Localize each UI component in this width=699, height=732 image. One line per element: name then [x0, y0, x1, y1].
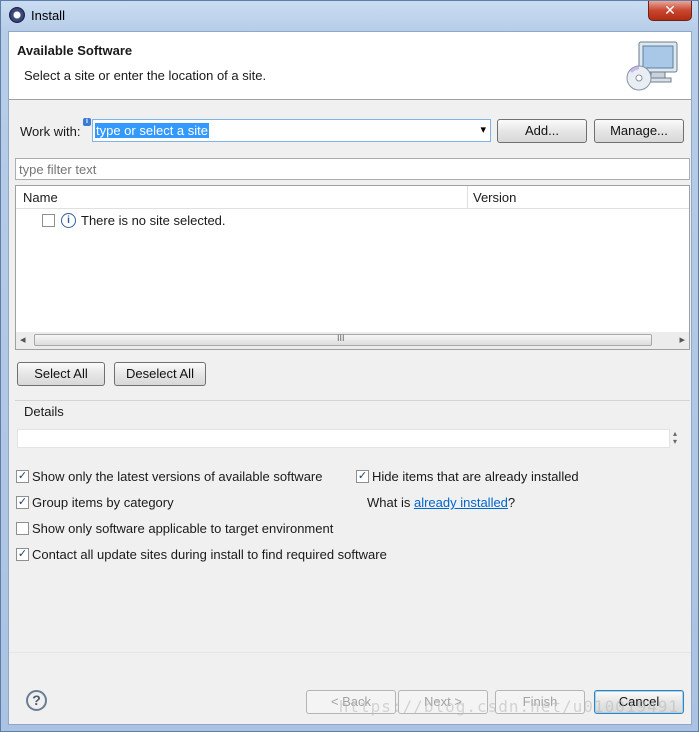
- table-row[interactable]: i There is no site selected.: [16, 210, 689, 232]
- help-icon[interactable]: ?: [26, 690, 47, 711]
- title-bar[interactable]: Install ✕: [1, 1, 698, 31]
- row-checkbox[interactable]: [42, 214, 55, 227]
- column-header-name[interactable]: Name: [23, 190, 58, 205]
- deselect-all-button[interactable]: Deselect All: [114, 362, 206, 386]
- filter-input[interactable]: [15, 158, 690, 180]
- group-by-category-label[interactable]: Group items by category: [32, 495, 174, 510]
- scroll-grip-icon: III: [337, 333, 345, 343]
- install-window: Install ✕ Available Software Select a si…: [0, 0, 699, 732]
- info-icon: i: [61, 213, 76, 228]
- hide-installed-checkbox[interactable]: ✓: [356, 470, 369, 483]
- what-is-suffix: ?: [507, 495, 516, 510]
- details-group: Details ▴ ▾: [15, 400, 690, 464]
- close-icon: ✕: [664, 2, 676, 18]
- target-env-label[interactable]: Show only software applicable to target …: [32, 521, 333, 536]
- cd-monitor-icon: [626, 41, 678, 91]
- latest-versions-label[interactable]: Show only the latest versions of availab…: [32, 469, 323, 484]
- software-table: Name Version i There is no site selected…: [15, 185, 690, 350]
- column-divider[interactable]: [467, 186, 468, 209]
- contact-sites-checkbox[interactable]: ✓: [16, 548, 29, 561]
- latest-versions-checkbox[interactable]: ✓: [16, 470, 29, 483]
- footer-divider: [9, 652, 691, 653]
- already-installed-link[interactable]: already installed: [414, 495, 508, 510]
- table-header: Name Version: [16, 186, 689, 209]
- select-all-button[interactable]: Select All: [17, 362, 105, 386]
- window-title: Install: [31, 8, 65, 23]
- eclipse-app-icon: [9, 7, 25, 23]
- work-with-value[interactable]: type or select a site: [95, 123, 209, 138]
- target-env-checkbox[interactable]: [16, 522, 29, 535]
- contact-sites-label[interactable]: Contact all update sites during install …: [32, 547, 387, 562]
- add-site-button[interactable]: Add...: [497, 119, 587, 143]
- watermark-text: https://blog.csdn.net/u010019491: [338, 697, 679, 716]
- dialog-client-area: Available Software Select a site or ente…: [8, 31, 692, 725]
- page-description: Select a site or enter the location of a…: [24, 68, 267, 83]
- details-label: Details: [24, 404, 64, 419]
- info-decoration-icon: i: [83, 118, 91, 126]
- scroll-left-icon[interactable]: ◂: [20, 333, 26, 346]
- column-header-version[interactable]: Version: [473, 190, 516, 205]
- what-is-prefix: What is: [367, 495, 414, 510]
- scroll-right-icon[interactable]: ▸: [679, 333, 685, 346]
- scroll-thumb[interactable]: III: [34, 333, 652, 346]
- manage-sites-button[interactable]: Manage...: [594, 119, 684, 143]
- row-name: There is no site selected.: [81, 213, 226, 228]
- what-is-installed-text: What is already installed?: [367, 495, 515, 510]
- chevron-down-icon[interactable]: ▾: [480, 123, 486, 136]
- close-button[interactable]: ✕: [648, 1, 692, 21]
- work-with-label: Work with:: [20, 124, 81, 139]
- wizard-header: Available Software Select a site or ente…: [9, 32, 691, 100]
- horizontal-scrollbar[interactable]: ◂ III ▸: [16, 332, 689, 349]
- details-spinner-icon[interactable]: ▴ ▾: [673, 430, 677, 446]
- group-by-category-checkbox[interactable]: ✓: [16, 496, 29, 509]
- page-title: Available Software: [17, 43, 133, 58]
- work-with-combo[interactable]: type or select a site ▾: [92, 119, 491, 142]
- hide-installed-label[interactable]: Hide items that are already installed: [372, 469, 579, 484]
- details-text: [17, 429, 670, 448]
